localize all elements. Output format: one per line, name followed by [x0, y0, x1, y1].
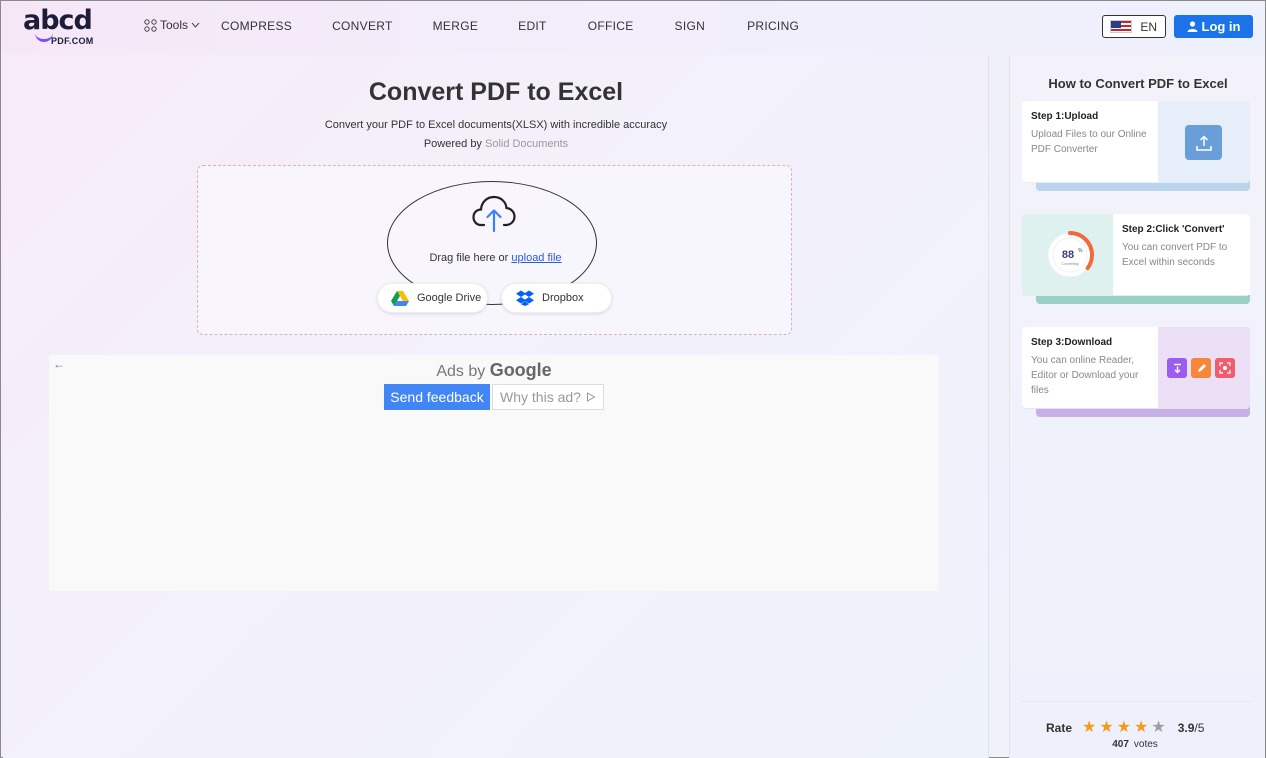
user-icon	[1187, 21, 1197, 32]
rating-max: /5	[1194, 721, 1205, 735]
google-drive-icon	[391, 291, 409, 306]
step-card-download: Step 3:Download You can online Reader, E…	[1022, 327, 1250, 417]
gauge-label: Converting	[1062, 262, 1079, 266]
tools-menu[interactable]: Tools	[144, 18, 200, 32]
nav-convert[interactable]: CONVERT	[332, 19, 393, 33]
chevron-down-icon	[191, 22, 200, 28]
step-card-convert: 88 % Converting Step 2:Click 'Convert' Y…	[1022, 214, 1250, 304]
step-heading: Step 1:Upload	[1031, 111, 1099, 122]
nav-pricing[interactable]: PRICING	[747, 19, 799, 33]
us-flag-icon	[1110, 20, 1132, 33]
star-icon-3[interactable]: ★	[1117, 720, 1131, 736]
language-selector[interactable]: EN	[1102, 15, 1166, 38]
logo-subtext: PDF.COM	[51, 36, 94, 46]
view-icon	[1215, 358, 1235, 378]
download-icon	[1167, 358, 1187, 378]
google-drive-label: Google Drive	[417, 292, 482, 304]
star-icon-4[interactable]: ★	[1134, 720, 1148, 736]
why-this-ad-button[interactable]: Why this ad?	[492, 384, 604, 410]
rating-value: 3.9	[1177, 721, 1195, 735]
drag-instructions: Drag file here or upload file	[198, 252, 793, 264]
nav-compress[interactable]: COMPRESS	[221, 19, 292, 33]
play-outline-icon	[586, 392, 596, 402]
dropbox-label: Dropbox	[542, 292, 584, 304]
step-card-upload: Step 1:Upload Upload Files to our Online…	[1022, 101, 1250, 191]
page-subtitle: Convert your PDF to Excel documents(XLSX…	[324, 119, 668, 131]
votes-number: 407	[1112, 739, 1129, 750]
top-navigation-bar: abcd PDF.COM Tools COMPRESS CONVERT MERG…	[1, 1, 1265, 53]
edit-pencil-icon	[1191, 358, 1211, 378]
star-icon-5[interactable]: ★	[1151, 720, 1165, 736]
solid-documents-link[interactable]: Solid Documents	[485, 138, 568, 150]
step-description: You can convert PDF to Excel within seco…	[1122, 242, 1228, 268]
google-drive-button[interactable]: Google Drive	[377, 283, 488, 313]
gauge-value: 88	[1062, 249, 1074, 261]
step-text: Step 2:Click 'Convert' You can convert P…	[1113, 214, 1250, 295]
send-feedback-button[interactable]: Send feedback	[384, 384, 490, 410]
cloud-upload-icon	[472, 195, 516, 233]
logo-text: abcd	[23, 5, 93, 36]
upload-file-link[interactable]: upload file	[511, 252, 561, 264]
file-dropzone[interactable]: Drag file here or upload file Google Dri…	[197, 165, 792, 335]
upload-icon	[1185, 125, 1222, 160]
login-button[interactable]: Log in	[1174, 15, 1253, 38]
ad-container: ← Ads by Google Send feedback Why this a…	[49, 355, 939, 591]
step-description: Upload Files to our Online PDF Converter	[1031, 129, 1147, 155]
converter-panel: Convert PDF to Excel Convert your PDF to…	[3, 56, 989, 758]
action-icons	[1167, 358, 1235, 378]
nav-edit[interactable]: EDIT	[518, 19, 547, 33]
step-text: Step 3:Download You can online Reader, E…	[1022, 327, 1158, 408]
step-text: Step 1:Upload Upload Files to our Online…	[1022, 101, 1158, 182]
grid-icon	[144, 18, 157, 32]
language-code: EN	[1140, 19, 1157, 34]
login-label: Log in	[1201, 19, 1241, 34]
dropbox-button[interactable]: Dropbox	[501, 283, 612, 313]
star-icon-1[interactable]: ★	[1082, 720, 1096, 736]
tools-label: Tools	[160, 18, 189, 32]
gauge-unit: %	[1078, 248, 1083, 254]
powered-by: Powered by Solid Documents	[3, 138, 989, 150]
drag-text: Drag file here or	[429, 252, 509, 264]
progress-gauge-icon: 88 % Converting	[1046, 231, 1094, 279]
step-heading: Step 2:Click 'Convert'	[1122, 224, 1225, 235]
ads-by-google: Ads by Google	[49, 360, 939, 381]
votes-count: 407 votes	[1010, 739, 1260, 750]
nav-merge[interactable]: MERGE	[433, 19, 479, 33]
dropbox-icon	[516, 290, 534, 306]
nav-sign[interactable]: SIGN	[675, 19, 706, 33]
votes-label: votes	[1133, 739, 1158, 750]
google-wordmark: Google	[489, 360, 552, 380]
step-heading: Step 3:Download	[1031, 337, 1113, 348]
how-to-sidebar: How to Convert PDF to Excel Step 1:Uploa…	[1009, 56, 1265, 758]
rating-row: Rate ★ ★ ★ ★ ★ 3.9 /5	[1046, 720, 1204, 736]
sidebar-title: How to Convert PDF to Excel	[1048, 76, 1228, 91]
rate-label: Rate	[1046, 721, 1073, 735]
powered-by-prefix: Powered by	[423, 138, 482, 150]
main-nav: COMPRESS CONVERT MERGE EDIT OFFICE SIGN …	[221, 19, 799, 33]
nav-office[interactable]: OFFICE	[588, 19, 634, 33]
why-this-ad-label: Why this ad?	[500, 389, 581, 405]
step-description: You can online Reader, Editor or Downloa…	[1031, 355, 1139, 396]
abcdpdf-logo[interactable]: abcd PDF.COM	[23, 7, 109, 47]
page-title: Convert PDF to Excel	[368, 78, 624, 106]
divider	[1022, 701, 1252, 702]
star-icon-2[interactable]: ★	[1099, 720, 1113, 736]
ads-by-label: Ads by	[436, 363, 486, 380]
